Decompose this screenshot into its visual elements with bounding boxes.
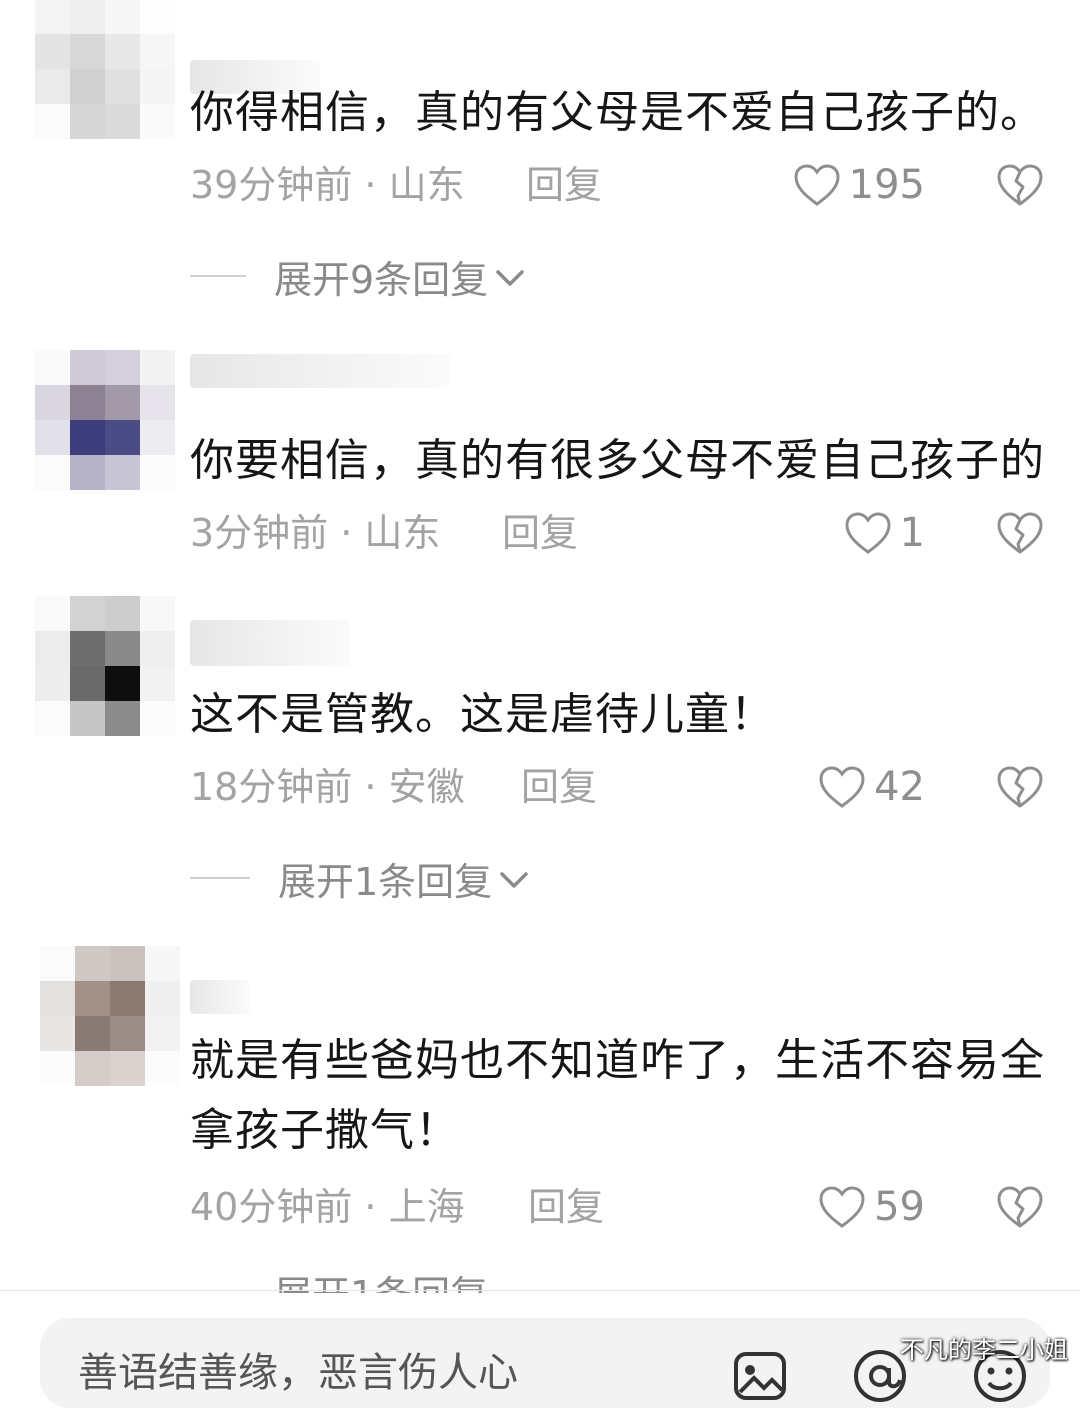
comment-text: 你得相信，真的有父母是不爱自己孩子的。 <box>190 87 1045 138</box>
expand-replies-label: 展开9条回复 <box>274 257 489 302</box>
comment-input-bar[interactable]: 善语结善缘，恶言伤人心 <box>40 1318 1050 1408</box>
comment-input-placeholder: 善语结善缘，恶言伤人心 <box>78 1350 518 1396</box>
like-button[interactable]: 195 <box>793 160 925 210</box>
username[interactable] <box>190 354 450 388</box>
like-count: 42 <box>874 764 925 810</box>
reply-button[interactable]: 回复 <box>521 762 597 812</box>
heart-icon <box>793 163 841 207</box>
comment-time-location: 18分钟前 · 安徽 <box>190 765 465 809</box>
reply-button[interactable]: 回复 <box>526 160 602 210</box>
like-button[interactable]: 1 <box>844 508 925 558</box>
watermark: 不凡的李二小姐 <box>900 1336 1068 1364</box>
expand-replies-button[interactable]: 展开9条回复 <box>190 254 526 302</box>
dislike-button[interactable] <box>996 508 1044 558</box>
avatar[interactable] <box>40 946 180 1086</box>
comment-meta: 3分钟前 · 山东 回复 <box>190 508 578 558</box>
username[interactable] <box>190 980 250 1014</box>
dislike-button[interactable] <box>996 762 1044 812</box>
chevron-down-icon <box>492 856 530 900</box>
avatar[interactable] <box>35 350 175 490</box>
like-count: 195 <box>848 162 925 208</box>
comment-time-location: 40分钟前 · 上海 <box>190 1185 465 1229</box>
username[interactable] <box>190 620 350 666</box>
heart-broken-icon <box>996 511 1044 555</box>
expand-replies-button[interactable]: 展开1条回复 <box>190 856 530 904</box>
comment-text: 这不是管教。这是虐待儿童！ <box>190 689 775 740</box>
avatar[interactable] <box>35 596 175 736</box>
dislike-button[interactable] <box>996 1182 1044 1232</box>
heart-broken-icon <box>996 1185 1044 1229</box>
heart-broken-icon <box>996 163 1044 207</box>
comment-meta: 39分钟前 · 山东 回复 <box>190 160 602 210</box>
comment-meta: 40分钟前 · 上海 回复 <box>190 1182 604 1232</box>
heart-icon <box>818 765 866 809</box>
divider-line <box>190 275 246 277</box>
reply-button[interactable]: 回复 <box>528 1182 604 1232</box>
input-divider <box>0 1290 1080 1291</box>
chevron-down-icon <box>488 254 526 298</box>
comment-text: 你要相信，真的有很多父母不爱自己孩子的 <box>190 435 1045 486</box>
heart-icon <box>844 511 892 555</box>
comment-time-location: 39分钟前 · 山东 <box>190 163 465 207</box>
comment-meta: 18分钟前 · 安徽 回复 <box>190 762 597 812</box>
dislike-button[interactable] <box>996 160 1044 210</box>
like-count: 1 <box>899 510 925 556</box>
like-count: 59 <box>874 1184 925 1230</box>
expand-replies-label: 展开1条回复 <box>278 859 493 904</box>
image-icon[interactable] <box>730 1346 790 1410</box>
reply-button[interactable]: 回复 <box>502 508 578 558</box>
like-button[interactable]: 59 <box>818 1182 925 1232</box>
heart-broken-icon <box>996 765 1044 809</box>
heart-icon <box>818 1185 866 1229</box>
comment-text: 就是有些爸妈也不知道咋了，生活不容易全拿孩子撒气！ <box>190 1035 1045 1156</box>
like-button[interactable]: 42 <box>818 762 925 812</box>
avatar[interactable] <box>35 0 175 139</box>
comment-time-location: 3分钟前 · 山东 <box>190 511 441 555</box>
divider-line <box>190 877 250 879</box>
